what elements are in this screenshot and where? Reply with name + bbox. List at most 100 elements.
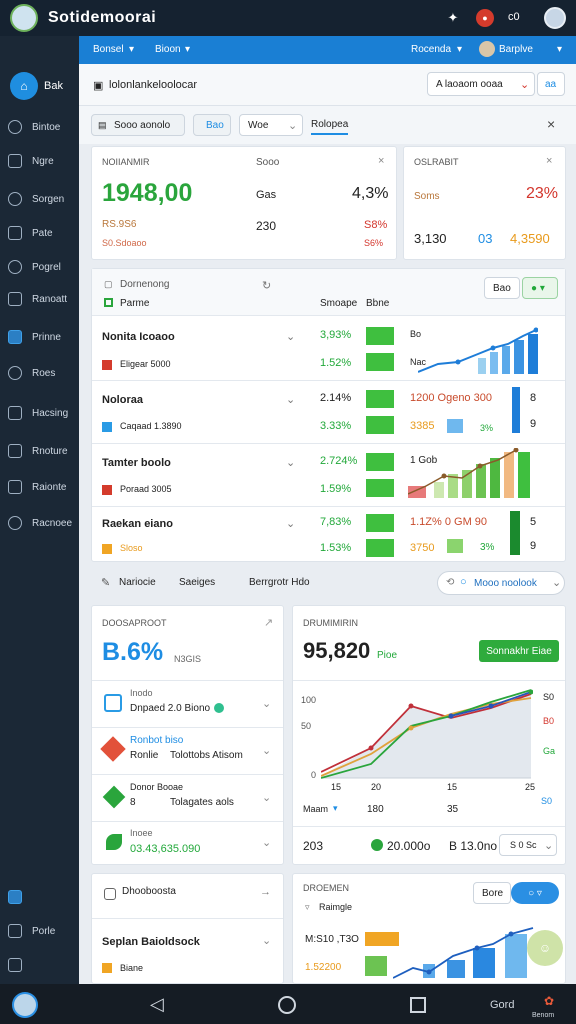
- sidebar-item-edit[interactable]: [8, 954, 78, 976]
- table-row[interactable]: Tamter boolo Poraad 3005 ⌄ 2.724% 1.59% …: [92, 444, 565, 506]
- kpi-percent: 4,3%: [352, 185, 389, 202]
- sidebar-item-12[interactable]: Racnoee: [8, 512, 78, 534]
- back-icon[interactable]: ⌂: [10, 72, 38, 100]
- sidebar-home[interactable]: [8, 886, 78, 908]
- row-sparkline: [418, 327, 538, 374]
- row-bar: [366, 453, 394, 471]
- footer-value: 203: [303, 839, 324, 853]
- sidebar-item-7[interactable]: Prinne: [8, 326, 78, 348]
- sidebar-item-9[interactable]: Hacsing: [8, 402, 78, 424]
- kpi-value: 1948,00: [102, 179, 193, 207]
- toolbar-item[interactable]: Saeiges: [179, 577, 215, 588]
- list-item[interactable]: Inoee 03.43,635.090 ⌄: [92, 822, 283, 864]
- row-bar: [510, 511, 520, 555]
- sidebar-item-label: Racnoee: [32, 517, 73, 529]
- list-item-value: Dnpaed 2.0 Biono: [130, 703, 211, 714]
- row-bar: [512, 387, 520, 433]
- sidebar-item-11[interactable]: Raionte: [8, 476, 78, 498]
- footer-select[interactable]: S 0 Sc ⌄: [499, 834, 557, 856]
- table-select-value: ● ▾: [531, 283, 545, 294]
- shop-icon: [104, 694, 122, 712]
- chart-bar: [365, 956, 387, 976]
- list-item-value: Tolagates aols: [170, 797, 234, 808]
- back-nav-icon[interactable]: ◁: [150, 994, 164, 1015]
- summary-panel: DOOSAPROOT ↗ B.6% N3GIS Inodo Dnpaed 2.0…: [91, 605, 284, 865]
- chevron-down-icon[interactable]: ⌄: [286, 393, 295, 406]
- x-axis-select[interactable]: Maam: [303, 804, 328, 814]
- pin-icon: [8, 366, 22, 380]
- chevron-down-icon[interactable]: ⌄: [286, 330, 295, 343]
- sidebar-item-bottom[interactable]: Porle: [8, 920, 78, 942]
- bluebar-menu-1[interactable]: Bonsel: [93, 44, 124, 55]
- avatar[interactable]: [544, 7, 566, 29]
- toolbar-item[interactable]: Nariocie: [119, 577, 156, 588]
- tab-active[interactable]: Rolopea: [311, 119, 349, 135]
- action-button[interactable]: Sonnakhr Eiae: [479, 640, 559, 662]
- sidebar-item-label: Hacsing: [32, 407, 69, 419]
- row-bar: [366, 539, 394, 557]
- recents-nav-icon[interactable]: [410, 997, 426, 1013]
- filter-chip-1[interactable]: ▤ Sooo aonolo: [91, 114, 185, 136]
- expand-icon[interactable]: ↗: [264, 616, 273, 629]
- search-icon: [8, 516, 22, 530]
- calendar-icon: ▤: [98, 120, 107, 130]
- sidebar-item-6[interactable]: Ranoatt: [8, 288, 78, 310]
- row-sub: Eligear 5000: [120, 359, 171, 369]
- row-name: Nonita Icoaoo: [102, 331, 175, 343]
- bell-icon: [8, 120, 22, 134]
- user-avatar[interactable]: [479, 41, 495, 57]
- search-input[interactable]: ⟲ ○ Mooo noolook ⌄: [437, 571, 565, 595]
- toggle-button[interactable]: ○ ▿: [511, 882, 559, 904]
- chevron-down-icon: ▾: [457, 44, 463, 55]
- gamepad-icon[interactable]: ✦: [444, 9, 462, 27]
- table-row[interactable]: Noloraa Caqaad 1.3890 ⌄ 2.14% 3.33% 1200…: [92, 381, 565, 443]
- sidebar-item-4[interactable]: Pate: [8, 222, 78, 244]
- row-color-swatch: [102, 485, 112, 495]
- refresh-icon[interactable]: ↻: [262, 279, 271, 292]
- list-item-label: Donor Booae: [130, 782, 184, 792]
- chevron-down-icon[interactable]: ⌄: [286, 517, 295, 530]
- close-icon[interactable]: ×: [546, 155, 552, 167]
- file-icon: [8, 924, 22, 938]
- apps-icon[interactable]: ✿: [544, 994, 554, 1008]
- floating-action-button[interactable]: ☺: [527, 930, 563, 966]
- sidebar-item-10[interactable]: Rnoture: [8, 440, 78, 462]
- table-button[interactable]: Bao: [484, 277, 520, 299]
- panel-value: 95,820: [303, 638, 371, 663]
- panel-button[interactable]: Bore: [473, 882, 511, 904]
- list-item[interactable]: Donor Booae 8 Tolagates aols ⌄: [92, 775, 283, 821]
- bluebar-menu-3[interactable]: Rocenda: [411, 44, 451, 55]
- header-dropdown[interactable]: A laoaom ooaa ⌄: [427, 72, 535, 96]
- sidebar-item-3[interactable]: Sorgen: [8, 188, 78, 210]
- close-icon[interactable]: ×: [547, 116, 555, 132]
- checkbox[interactable]: [104, 298, 113, 307]
- chevron-down-icon[interactable]: ⌄: [262, 934, 271, 947]
- bluebar-user[interactable]: Barplve: [499, 44, 533, 55]
- arrow-right-icon[interactable]: →: [260, 886, 271, 898]
- doc-icon: [104, 888, 116, 900]
- sidebar-item-1[interactable]: Bintoe: [8, 116, 78, 138]
- header-button[interactable]: aa: [537, 72, 565, 96]
- y-tick: 0: [311, 770, 317, 780]
- panel-label: DROEMEN: [303, 883, 350, 893]
- table-row[interactable]: Raekan eiano Sloso ⌄ 7,83% 1.53% 1.1Z% 0…: [92, 507, 565, 563]
- chart-panel: DRUMIMIRIN 95,820 Pioe Sonnakhr Eiae 100…: [292, 605, 566, 865]
- chevron-down-icon[interactable]: ⌄: [286, 456, 295, 469]
- list-item[interactable]: Seplan Baioldsock: [102, 936, 200, 948]
- bluebar-menu-2[interactable]: Bioon: [155, 44, 181, 55]
- filter-select[interactable]: Woe ⌄: [239, 114, 303, 136]
- table-select[interactable]: ● ▾: [522, 277, 558, 299]
- sidebar-item-2[interactable]: Ngre: [8, 150, 78, 172]
- list-item[interactable]: Ronbot biso Ronlie Tolottobs Atisom ⌄: [92, 728, 283, 774]
- filter-chip-2[interactable]: Bao: [193, 114, 231, 136]
- close-icon[interactable]: ×: [378, 155, 384, 167]
- home-nav-icon[interactable]: [278, 996, 296, 1014]
- notification-icon[interactable]: ●: [476, 9, 494, 27]
- table-row[interactable]: Nonita Icoaoo Eligear 5000 ⌄ 3,93% 1.52%…: [92, 316, 565, 380]
- sidebar-item-5[interactable]: Pogrel: [8, 256, 78, 278]
- sidebar-item-8[interactable]: Roes: [8, 362, 78, 384]
- filter-select-value: Woe: [248, 120, 269, 131]
- profile-avatar[interactable]: [12, 992, 38, 1018]
- list-item[interactable]: Inodo Dnpaed 2.0 Biono ⌄: [92, 681, 283, 727]
- toolbar-item[interactable]: Berrgrotr Hdo: [249, 577, 310, 588]
